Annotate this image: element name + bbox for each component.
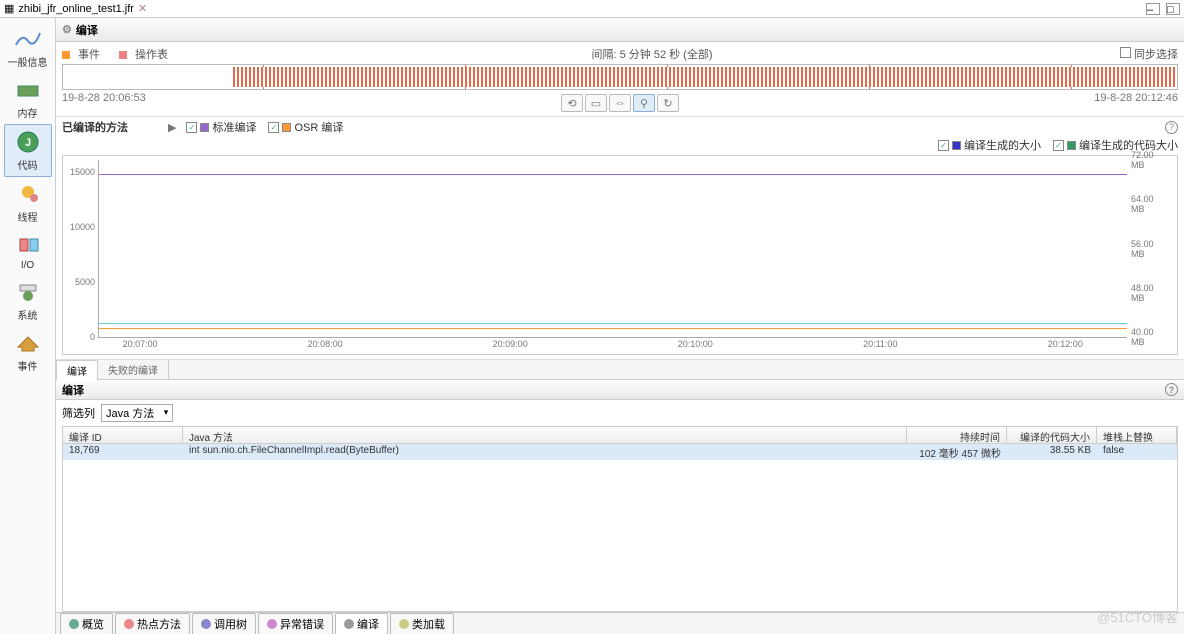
sync-toggle[interactable]: 同步选择	[1120, 46, 1178, 62]
title-bar: ▦ zhibi_jfr_online_test1.jfr ✕ – □	[0, 0, 1184, 18]
filter-label: 筛选列	[62, 405, 95, 421]
btab-hotmethods[interactable]: 热点方法	[115, 613, 190, 634]
legend-standard-compile[interactable]: ✓标准编译	[186, 119, 256, 135]
minimize-button[interactable]: –	[1146, 3, 1160, 15]
zoom-sel-button[interactable]: ⇔	[609, 94, 631, 112]
btab-calltree[interactable]: 调用树	[192, 613, 256, 634]
sidebar-item-code[interactable]: J代码	[4, 124, 52, 177]
help-icon[interactable]: ?	[1165, 383, 1178, 396]
timeline-start: 19-8-28 20:06:53	[62, 92, 146, 112]
col-java-method[interactable]: Java 方法	[183, 427, 907, 443]
sidebar-item-io[interactable]: I/O	[4, 228, 52, 275]
bottom-tabs: 概览 热点方法 调用树 异常错误 编译 类加载	[56, 612, 1184, 634]
timeline-end: 19-8-28 20:12:46	[1094, 92, 1178, 112]
timeline-bar[interactable]	[62, 64, 1178, 90]
close-icon[interactable]: ✕	[138, 2, 147, 15]
btab-compile[interactable]: 编译	[335, 613, 388, 634]
col-code-size[interactable]: 编译的代码大小	[1007, 427, 1097, 443]
gear-icon: ⚙	[62, 23, 72, 36]
tab-failed-compile[interactable]: 失败的编译	[98, 360, 169, 379]
sub-header: 编译 ?	[56, 380, 1184, 400]
sidebar-item-memory[interactable]: 内存	[4, 73, 52, 124]
chart-title: 已编译的方法	[62, 119, 128, 135]
legend-code-size[interactable]: ✓编译生成的代码大小	[1053, 137, 1178, 153]
page-title: 编译	[76, 22, 98, 38]
tab-compile[interactable]: 编译	[56, 360, 98, 380]
page-title-bar: ⚙ 编译	[56, 18, 1184, 42]
btab-overview[interactable]: 概览	[60, 613, 113, 634]
sidebar-item-events[interactable]: 事件	[4, 326, 52, 377]
legend-osr-compile[interactable]: ✓OSR 编译	[268, 119, 343, 135]
legend-compile-size[interactable]: ✓编译生成的大小	[938, 137, 1041, 153]
zoom-refresh-button[interactable]: ↻	[657, 94, 679, 112]
col-compile-id[interactable]: 编译 ID	[63, 427, 183, 443]
timeline-legend: 事件 操作表	[62, 46, 184, 62]
zoom-out-button[interactable]: ⟲	[561, 94, 583, 112]
middle-tabs: 编译 失败的编译	[56, 360, 1184, 380]
btab-classload[interactable]: 类加载	[390, 613, 454, 634]
maximize-button[interactable]: □	[1166, 3, 1180, 15]
help-icon[interactable]: ?	[1165, 121, 1178, 134]
filter-column-select[interactable]: Java 方法	[101, 404, 173, 422]
table-body[interactable]: 18,769 int sun.nio.ch.FileChannelImpl.re…	[62, 444, 1178, 612]
sidebar: 一般信息 内存 J代码 线程 I/O 系统 事件	[0, 18, 56, 634]
file-icon: ▦	[4, 2, 14, 15]
interval-label: 间隔: 5 分钟 52 秒 (全部)	[591, 46, 712, 62]
sidebar-item-threads[interactable]: 线程	[4, 177, 52, 228]
zoom-link-button[interactable]: ⚲	[633, 94, 655, 112]
chart-canvas[interactable]: 0 5000 10000 15000 40.00 MB 48.00 MB 56.…	[62, 155, 1178, 355]
btab-exceptions[interactable]: 异常错误	[258, 613, 333, 634]
sidebar-item-general[interactable]: 一般信息	[4, 22, 52, 73]
sidebar-item-system[interactable]: 系统	[4, 275, 52, 326]
table-header: 编译 ID Java 方法 持续时间 编译的代码大小 堆栈上替换	[62, 426, 1178, 444]
tab-title: zhibi_jfr_online_test1.jfr	[18, 3, 134, 15]
table-row[interactable]: 18,769 int sun.nio.ch.FileChannelImpl.re…	[63, 444, 1177, 460]
col-osr[interactable]: 堆栈上替换	[1097, 427, 1177, 443]
col-duration[interactable]: 持续时间	[907, 427, 1007, 443]
svg-text:J: J	[24, 137, 30, 149]
zoom-fit-button[interactable]: ▭	[585, 94, 607, 112]
